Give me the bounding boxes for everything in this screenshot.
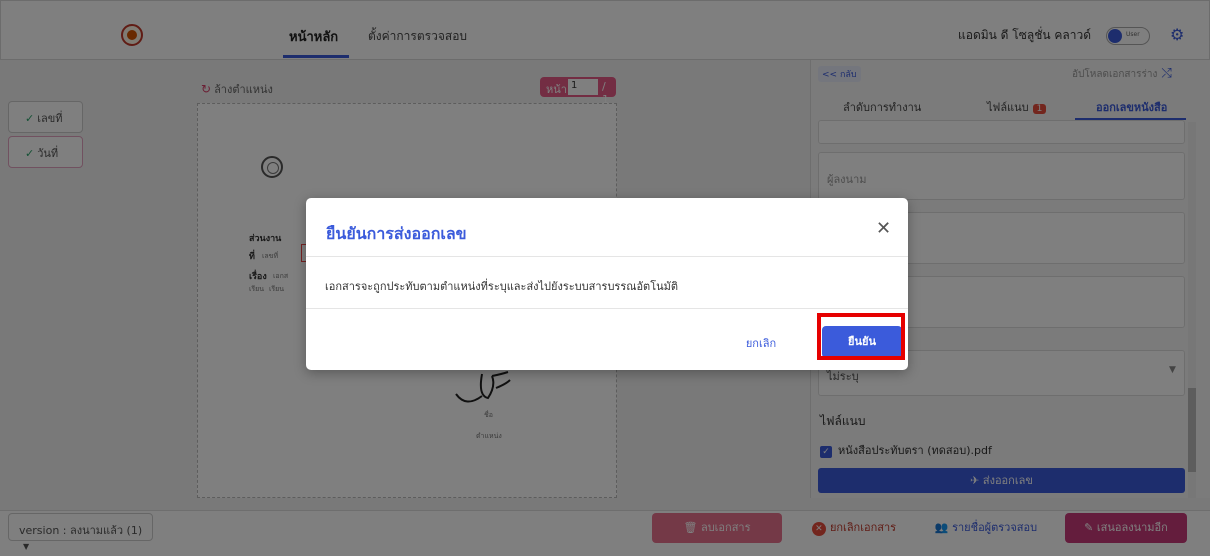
dialog-title: ยืนยันการส่งออกเลข — [326, 224, 467, 243]
divider — [306, 256, 908, 257]
close-icon[interactable]: ✕ — [876, 218, 891, 239]
highlight-annotation — [817, 313, 905, 360]
dialog-message: เอกสารจะถูกประทับตามตำแหน่งที่ระบุและส่ง… — [325, 280, 679, 293]
divider — [306, 308, 908, 309]
dialog-cancel-button[interactable]: ยกเลิก — [733, 331, 789, 357]
